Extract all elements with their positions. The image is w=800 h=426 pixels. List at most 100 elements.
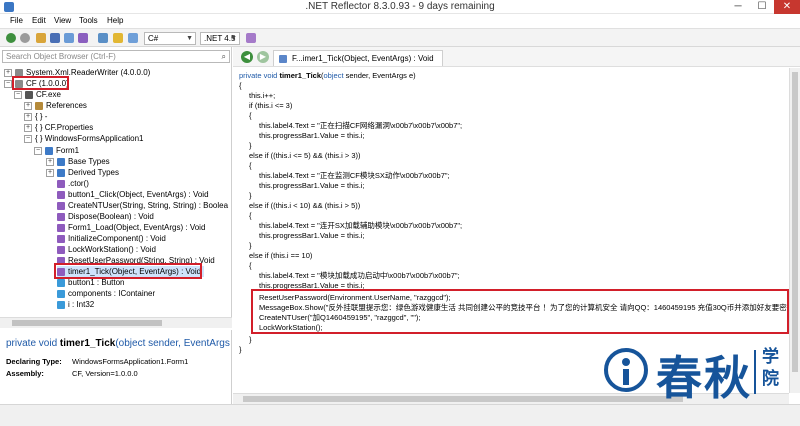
- assembly-row: Assembly: CF, Version=1.0.0.0: [6, 369, 138, 378]
- assembly-icon[interactable]: [78, 33, 88, 43]
- tree-node-dispose[interactable]: Dispose(Boolean) : Void: [57, 211, 154, 222]
- highlight-box-code: [251, 289, 789, 334]
- method-icon: [57, 179, 65, 188]
- scroll-thumb[interactable]: [12, 320, 162, 326]
- language-select[interactable]: C# ▼: [144, 32, 196, 45]
- code-line: this.progressBar1.Value = this.i;: [259, 181, 365, 190]
- chevron-down-icon: ▼: [186, 35, 193, 42]
- framework-select[interactable]: .NET 4.5 ▼: [200, 32, 240, 45]
- tree-node-references[interactable]: + References: [24, 100, 87, 111]
- collapse-icon[interactable]: −: [34, 146, 42, 155]
- method-icon: [57, 201, 65, 210]
- code-line: else if ((this.i <= 5) && (this.i > 3)): [249, 151, 361, 160]
- menu-tools[interactable]: Tools: [79, 16, 98, 25]
- collapse-icon[interactable]: −: [4, 79, 12, 88]
- declaring-type-row: Declaring Type: WindowsFormsApplication1.…: [6, 357, 189, 366]
- folder-icon: [35, 101, 43, 110]
- tree-node-createntuser[interactable]: CreateNTUser(String, String, String) : B…: [57, 200, 228, 211]
- field-icon: [57, 278, 65, 287]
- analyzer-icon[interactable]: [246, 33, 256, 43]
- close-button[interactable]: ✕: [774, 0, 800, 14]
- forward-icon[interactable]: [20, 33, 30, 43]
- tree-node-initializecomponent[interactable]: InitializeComponent() : Void: [57, 233, 166, 244]
- field-icon: [57, 289, 65, 298]
- search-icon[interactable]: ⌕: [222, 51, 226, 62]
- window-title: .NET Reflector 8.3.0.93 - 9 days remaini…: [305, 1, 495, 12]
- method-icon: [279, 55, 287, 63]
- menu-bar: File Edit View Tools Help: [0, 14, 800, 28]
- info-logo-icon: [604, 348, 648, 392]
- menu-file[interactable]: File: [10, 16, 23, 25]
- tree-node-form1-load[interactable]: Form1_Load(Object, EventArgs) : Void: [57, 222, 205, 233]
- tree-node-ctor[interactable]: .ctor(): [57, 178, 89, 189]
- code-line: this.progressBar1.Value = this.i;: [259, 231, 365, 240]
- nav-forward-icon[interactable]: ▶: [257, 51, 269, 63]
- code-line: }: [249, 191, 252, 200]
- expand-icon[interactable]: +: [4, 68, 12, 77]
- tree-node-base-types[interactable]: + Base Types: [46, 156, 110, 167]
- menu-view[interactable]: View: [54, 16, 71, 25]
- code-line: if (this.i <= 3): [249, 101, 293, 110]
- collapse-icon[interactable]: −: [24, 134, 32, 143]
- search-icon[interactable]: [98, 33, 108, 43]
- minimize-button[interactable]: ─: [726, 0, 750, 14]
- code-line: else if ((this.i < 10) && (this.i > 5)): [249, 201, 361, 210]
- method-icon: [57, 234, 65, 243]
- tree-node-components-field[interactable]: components : IContainer: [57, 288, 155, 299]
- method-signature: private void timer1_Tick(object sender, …: [6, 338, 230, 349]
- watermark-logo: 春秋 学院: [604, 340, 796, 405]
- title-bar: .NET Reflector 8.3.0.93 - 9 days remaini…: [0, 0, 800, 14]
- chevron-down-icon: ▼: [230, 35, 237, 42]
- bookmark-icon[interactable]: [113, 33, 123, 43]
- menu-help[interactable]: Help: [107, 16, 123, 25]
- tree-node-button1-field[interactable]: button1 : Button: [57, 277, 125, 288]
- tree-node-button1-click[interactable]: button1_Click(Object, EventArgs) : Void: [57, 189, 209, 200]
- code-line: {: [249, 261, 252, 270]
- tree-node-cf-exe[interactable]: − CF.exe: [14, 89, 61, 100]
- tree-node-derived-types[interactable]: + Derived Types: [46, 167, 119, 178]
- expand-icon[interactable]: +: [24, 112, 32, 121]
- code-line: }: [249, 335, 252, 344]
- search-input[interactable]: Search Object Browser (Ctrl-F) ⌕: [2, 50, 230, 63]
- declaring-type-link[interactable]: WindowsFormsApplication1.Form1: [72, 357, 188, 366]
- menu-edit[interactable]: Edit: [32, 16, 46, 25]
- highlight-box-assembly: [12, 76, 69, 90]
- class-icon: [45, 146, 53, 155]
- navigation-bar: ◀ ▶ F...imer1_Tick(Object, EventArgs) : …: [233, 47, 800, 67]
- code-line: this.label4.Text = "模块加载成功启动中\x00b7\x00b…: [259, 271, 460, 280]
- tree-node-lockworkstation[interactable]: LockWorkStation() : Void: [57, 244, 156, 255]
- assembly-link[interactable]: CF, Version=1.0.0.0: [72, 369, 138, 378]
- back-icon[interactable]: [6, 33, 16, 43]
- code-line: }: [239, 345, 242, 354]
- collapse-icon[interactable]: −: [14, 90, 22, 99]
- tab-timer1-tick[interactable]: F...imer1_Tick(Object, EventArgs) : Void: [273, 50, 443, 66]
- expand-icon[interactable]: +: [24, 101, 32, 110]
- expand-icon[interactable]: +: [46, 168, 54, 177]
- refresh-icon[interactable]: [64, 33, 74, 43]
- code-line: {: [249, 111, 252, 120]
- nav-back-icon[interactable]: ◀: [241, 51, 253, 63]
- maximize-button[interactable]: ☐: [750, 0, 774, 14]
- tree-node-i-field[interactable]: i : Int32: [57, 299, 94, 310]
- tree-node-form1[interactable]: − Form1: [34, 145, 79, 156]
- tree-node-namespace-empty[interactable]: +{ } -: [24, 111, 47, 122]
- tree-node-windowsformsapplication1[interactable]: −{ } WindowsFormsApplication1: [24, 133, 144, 144]
- save-icon[interactable]: [50, 33, 60, 43]
- expand-icon[interactable]: +: [24, 123, 32, 132]
- disassemble-icon[interactable]: [128, 33, 138, 43]
- toolbar: C# ▼ .NET 4.5 ▼: [0, 28, 800, 47]
- tree-node-cf-properties[interactable]: +{ } CF.Properties: [24, 122, 93, 133]
- status-bar: [0, 404, 800, 426]
- declaration-panel: private void timer1_Tick(object sender, …: [0, 330, 232, 404]
- module-icon: [25, 90, 33, 99]
- method-icon: [57, 223, 65, 232]
- open-icon[interactable]: [36, 33, 46, 43]
- watermark-divider: [754, 350, 756, 394]
- code-line: this.label4.Text = "正在扫描CF网络漏洞\x00b7\x00…: [259, 121, 463, 130]
- expand-icon[interactable]: +: [46, 157, 54, 166]
- code-line: {: [239, 81, 242, 90]
- scroll-thumb[interactable]: [792, 72, 798, 372]
- code-line: this.label4.Text = "正在监测CF模块SX动作\x00b7\x…: [259, 171, 450, 180]
- tree-horizontal-scrollbar[interactable]: [0, 317, 232, 328]
- watermark-side-text: 学院: [762, 347, 779, 388]
